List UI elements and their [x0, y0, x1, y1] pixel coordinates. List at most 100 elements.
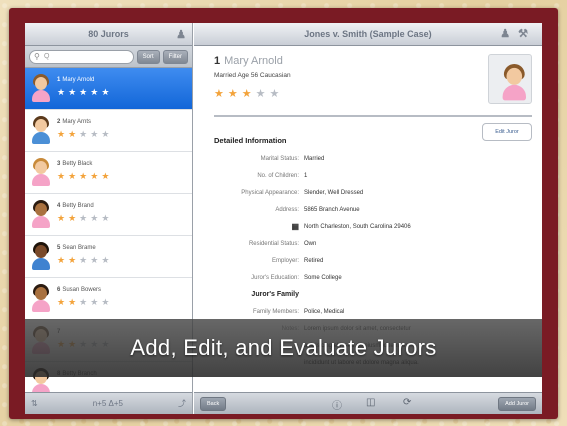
field-value: 5865 Branch Avenue: [304, 206, 360, 213]
star-icon: ★: [79, 255, 91, 265]
search-input[interactable]: ⚲ Q: [29, 49, 134, 64]
star-icon: ★: [57, 129, 69, 139]
juror-rating[interactable]: ★★★★★: [214, 87, 532, 100]
juror-list-toolbar: ⇅ n+5 Δ+5 ⤴: [25, 392, 192, 414]
star-icon: ★: [101, 213, 113, 223]
star-icon: ★: [68, 297, 80, 307]
star-icon: ★: [68, 255, 80, 265]
juror-list-rating: ★★★★★: [57, 297, 192, 308]
field-value: Retired: [304, 257, 324, 264]
juror-list-item[interactable]: 5 Sean Brame ★★★★★: [25, 236, 192, 278]
refresh-icon[interactable]: ⟳: [403, 397, 411, 408]
trash-icon[interactable]: ◫: [366, 397, 375, 408]
field-row: Residential Status: Own: [204, 235, 532, 252]
juror-avatar-icon: [30, 284, 52, 312]
juror-count-title: 80 Jurors: [88, 29, 129, 39]
back-button[interactable]: Back: [200, 397, 227, 411]
sort-button[interactable]: Sort: [136, 49, 160, 64]
juror-list-item[interactable]: 3 Betty Black ★★★★★: [25, 152, 192, 194]
juror-list-label: Betty Black: [62, 161, 93, 167]
star-icon: ★: [57, 255, 69, 265]
star-icon: ★: [101, 87, 113, 97]
star-icon: ★: [57, 87, 69, 97]
star-icon: ★: [68, 213, 80, 223]
field-row: Employer: Retired: [204, 252, 532, 269]
juror-list-item[interactable]: 4 Betty Brand ★★★★★: [25, 194, 192, 236]
promo-caption: Add, Edit, and Evaluate Jurors: [25, 319, 542, 377]
family-section-title: Juror's Family: [204, 286, 532, 303]
field-row: Juror's Education: Some College: [204, 269, 532, 286]
field-value: Slender, Well Dressed: [304, 189, 364, 196]
field-label: Physical Appearance:: [241, 189, 299, 196]
star-icon: ★: [90, 129, 102, 139]
juror-number: 1: [214, 55, 221, 67]
juror-photo[interactable]: [488, 54, 532, 104]
juror-list-name: 5 Sean Brame: [57, 245, 192, 251]
field-value: North Charleston, South Carolina 29406: [304, 223, 411, 230]
juror-list-label: Sean Brame: [62, 245, 96, 251]
field-label: Marital Status:: [260, 155, 299, 162]
field-label: Family Members:: [252, 308, 299, 315]
search-placeholder: Q: [44, 53, 50, 60]
detail-toolbar: Back ⓘ ◫ ⟳ Add Juror: [194, 392, 542, 414]
star-icon: ★: [90, 213, 102, 223]
gavel-icon[interactable]: ⚒: [518, 28, 536, 40]
star-icon: ★: [101, 129, 113, 139]
info-icon[interactable]: ⓘ: [332, 397, 342, 412]
star-icon: ★: [269, 88, 284, 100]
field-row: Marital Status: Married: [204, 150, 532, 167]
add-juror-button[interactable]: Add Juror: [498, 397, 536, 411]
juror-list-item[interactable]: 6 Susan Bowers ★★★★★: [25, 278, 192, 320]
detailed-info-title: Detailed Information: [214, 136, 287, 145]
people-icon[interactable]: ♟: [500, 28, 518, 40]
juror-list-rating: ★★★★★: [57, 129, 192, 140]
edit-juror-button[interactable]: Edit Juror: [482, 123, 532, 141]
juror-list-label: Mary Arnts: [62, 119, 92, 125]
field-row: Physical Appearance: Slender, Well Dresse…: [204, 184, 532, 201]
field-row: ▦ North Charleston, South Carolina 29406: [204, 218, 532, 235]
juror-name: Mary Arnold: [224, 55, 283, 67]
juror-heading: 1 Mary Arnold: [214, 55, 532, 67]
juror-avatar-icon: [30, 74, 52, 102]
map-icon: ▦: [291, 222, 299, 231]
star-icon: ★: [57, 213, 69, 223]
add-person-icon[interactable]: ♟: [176, 28, 186, 41]
star-icon: ★: [79, 129, 91, 139]
star-icon: ★: [68, 87, 80, 97]
sort-icon[interactable]: ⇅: [31, 399, 38, 408]
juror-list-name: 6 Susan Bowers: [57, 287, 192, 293]
star-icon: ★: [101, 297, 113, 307]
juror-list-number: 5: [57, 245, 61, 251]
star-icon: ★: [101, 255, 113, 265]
juror-list-number: 3: [57, 161, 61, 167]
case-header: Jones v. Smith (Sample Case) ♟⚒: [194, 23, 542, 46]
export-icon[interactable]: ⤴: [178, 398, 186, 409]
juror-list-name: 1 Mary Arnold: [57, 77, 192, 83]
filter-button[interactable]: Filter: [162, 49, 188, 64]
section-divider: [214, 115, 532, 117]
field-label: Juror's Family: [251, 291, 299, 298]
field-value: Own: [304, 240, 317, 247]
star-icon: ★: [57, 297, 69, 307]
star-icon: ★: [227, 88, 242, 100]
star-icon: ★: [90, 87, 102, 97]
field-label: Address:: [275, 206, 299, 213]
star-icon: ★: [90, 255, 102, 265]
field-value: Police, Medical: [304, 308, 345, 315]
star-icon: ★: [79, 87, 91, 97]
field-label: Employer:: [271, 257, 299, 264]
star-icon: ★: [255, 88, 270, 100]
search-row: ⚲ Q Sort Filter: [25, 46, 192, 68]
star-icon: ★: [241, 88, 256, 100]
juror-avatar-icon: [30, 242, 52, 270]
star-icon: ★: [214, 88, 228, 100]
header-icons: ♟⚒: [500, 27, 536, 40]
juror-list-name: 2 Mary Arnts: [57, 119, 192, 125]
juror-list-item[interactable]: 1 Mary Arnold ★★★★★: [25, 68, 192, 110]
star-icon: ★: [68, 171, 80, 181]
juror-list-header: 80 Jurors ♟: [25, 23, 192, 46]
star-icon: ★: [90, 171, 102, 181]
juror-list-item[interactable]: 2 Mary Arnts ★★★★★: [25, 110, 192, 152]
juror-list-number: 6: [57, 287, 61, 293]
juror-list-rating: ★★★★★: [57, 87, 192, 98]
